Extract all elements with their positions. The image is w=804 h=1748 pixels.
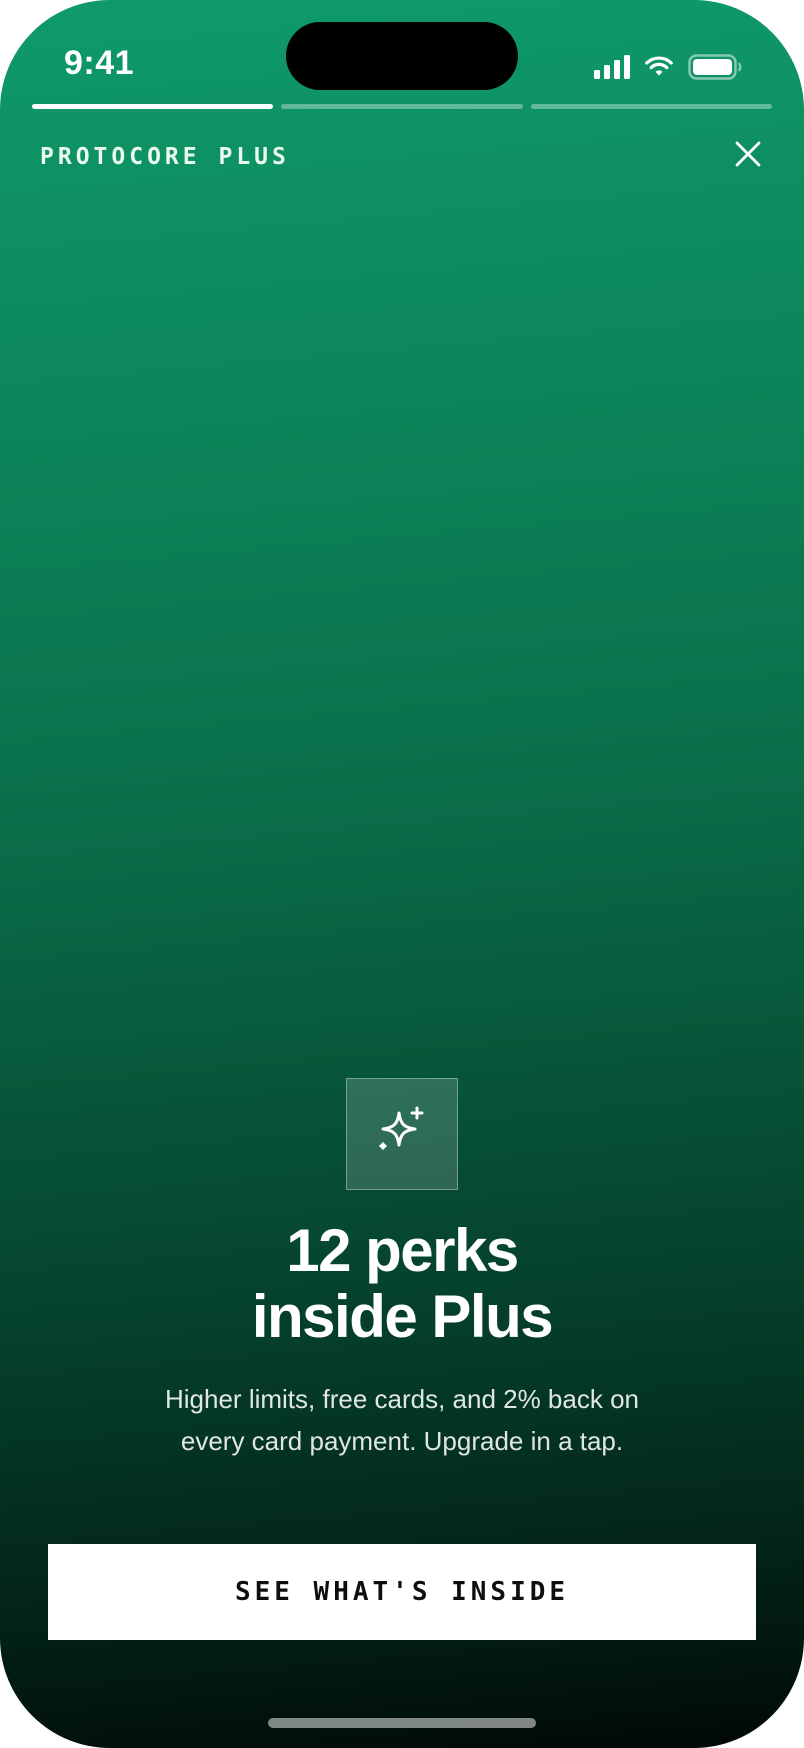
progress-segment-fill: [32, 104, 274, 109]
close-icon: [735, 141, 761, 172]
sparkle-icon: [375, 1105, 429, 1164]
progress-segment-3: [530, 104, 772, 109]
status-time: 9:41: [64, 44, 135, 82]
dynamic-island: [286, 22, 518, 90]
brand-title: PROTOCORE PLUS: [40, 144, 290, 170]
battery-icon: [688, 54, 742, 80]
see-whats-inside-button[interactable]: SEE WHAT'S INSIDE: [48, 1544, 756, 1640]
progress-segment-1: [32, 104, 274, 109]
progress-segment-2: [281, 104, 523, 109]
phone-screen: 9:41 PROTOCORE PLUS 12 perks inside Plus…: [0, 0, 804, 1748]
perks-icon-tile: [346, 1078, 458, 1190]
headline-line-1: 12 perks: [286, 1217, 519, 1284]
home-indicator[interactable]: [268, 1718, 536, 1728]
headline-line-2: inside Plus: [251, 1283, 554, 1350]
status-icons: [594, 54, 742, 80]
story-progress-bar: [32, 104, 772, 110]
wifi-icon: [644, 55, 674, 79]
cellular-signal-icon: [594, 55, 630, 79]
description-text: Higher limits, free cards, and 2% back o…: [165, 1384, 639, 1456]
close-button[interactable]: [726, 136, 770, 176]
headline: 12 perks inside Plus: [0, 1218, 804, 1350]
